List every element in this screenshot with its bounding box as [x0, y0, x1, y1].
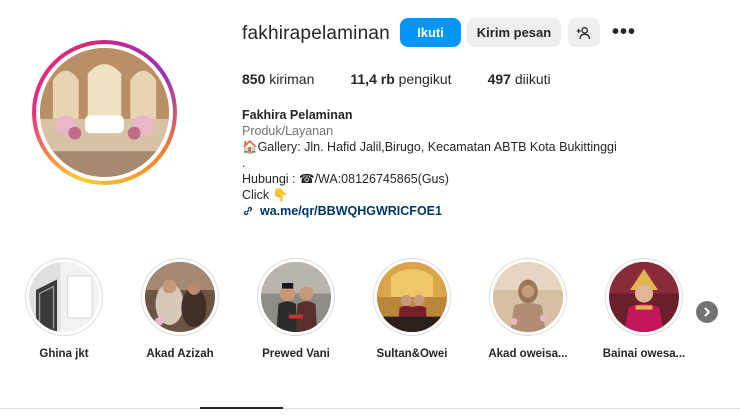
highlight-label: Akad Azizah — [146, 348, 214, 360]
active-tab-indicator — [200, 407, 283, 409]
highlight-thumbnail — [493, 262, 563, 332]
link-icon — [243, 206, 253, 216]
highlight-label: Bainai owesa... — [602, 348, 686, 360]
highlight-item[interactable]: Ghina jkt — [14, 258, 114, 360]
highlight-thumb-frame — [489, 258, 567, 336]
message-button[interactable]: Kirim pesan — [467, 18, 561, 47]
highlight-item[interactable]: Akad Azizah — [130, 258, 230, 360]
posts-label: kiriman — [269, 71, 315, 87]
highlight-thumb-frame — [605, 258, 683, 336]
highlight-thumb-frame — [373, 258, 451, 336]
following-count: 497 — [487, 71, 511, 87]
bio-dot-line: . — [242, 156, 246, 170]
bio-contact-line: Hubungi : ☎/WA:08126745865(Gus) — [242, 171, 617, 187]
highlight-label: Sultan&Owei — [376, 348, 448, 360]
highlight-label: Prewed Vani — [262, 348, 330, 360]
bio-address-line: 🏠Gallery: Jln. Hafid Jalil,Birugo, Kecam… — [242, 139, 617, 155]
profile-full-name: Fakhira Pelaminan — [242, 108, 353, 122]
follow-button[interactable]: Ikuti — [400, 18, 461, 47]
highlight-thumbnail — [261, 262, 331, 332]
highlight-thumbnail — [29, 262, 99, 332]
highlight-item[interactable]: Sultan&Owei — [362, 258, 462, 360]
bio-link[interactable]: wa.me/qr/BBWQHGWRICFOE1 — [242, 203, 617, 219]
story-highlights: Ghina jkt Akad Azizah Prewed Vani Sultan… — [0, 258, 740, 368]
phone-icon: ☎ — [298, 172, 315, 186]
highlight-item[interactable]: Akad oweisa... — [478, 258, 578, 360]
following-label: diikuti — [514, 71, 551, 87]
tabs-divider — [0, 408, 740, 409]
highlight-item[interactable]: Bainai owesa... — [594, 258, 694, 360]
bio-address-text: Gallery: Jln. Hafid Jalil,Birugo, Kecama… — [257, 140, 617, 154]
profile-username: fakhirapelaminan — [242, 23, 390, 44]
avatar-frame — [36, 44, 173, 181]
bio-click-text: Click — [242, 188, 270, 202]
suggest-user-button[interactable] — [568, 18, 600, 47]
highlight-item[interactable]: Prewed Vani — [246, 258, 346, 360]
highlight-label: Akad oweisa... — [488, 348, 568, 360]
house-icon: 🏠 — [242, 140, 258, 154]
highlight-thumbnail — [609, 262, 679, 332]
profile-category: Produk/Layanan — [242, 124, 334, 138]
highlights-next-button[interactable] — [696, 301, 718, 323]
followers-count: 11,4 rb — [350, 71, 395, 87]
profile-bio: Fakhira Pelaminan Produk/Layanan 🏠Galler… — [242, 107, 617, 219]
more-icon: ••• — [611, 21, 636, 43]
avatar-photo — [40, 48, 169, 177]
highlight-thumb-frame — [257, 258, 335, 336]
followers-stat[interactable]: 11,4 rb pengikut — [350, 71, 451, 87]
highlight-thumb-frame — [25, 258, 103, 336]
add-person-icon — [576, 26, 590, 39]
profile-stats: 850 kiriman 11,4 rb pengikut 497 diikuti — [242, 71, 587, 87]
chevron-right-icon — [704, 307, 711, 317]
bio-click-line: Click 👇 — [242, 187, 617, 203]
bio-link-text: wa.me/qr/BBWQHGWRICFOE1 — [260, 204, 442, 218]
bio-contact-prefix: Hubungi : — [242, 172, 299, 186]
highlight-label: Ghina jkt — [39, 348, 89, 360]
more-options-button[interactable]: ••• — [610, 18, 638, 47]
highlight-thumbnail — [377, 262, 447, 332]
posts-count: 850 — [242, 71, 266, 87]
followers-label: pengikut — [398, 71, 452, 87]
pointing-down-icon: 👇 — [272, 188, 289, 202]
profile-avatar[interactable] — [32, 40, 177, 185]
following-stat[interactable]: 497 diikuti — [488, 71, 551, 87]
posts-stat: 850 kiriman — [242, 71, 314, 87]
highlight-thumb-frame — [141, 258, 219, 336]
bio-contact-text: /WA:08126745865(Gus) — [314, 172, 449, 186]
highlight-thumbnail — [145, 262, 215, 332]
